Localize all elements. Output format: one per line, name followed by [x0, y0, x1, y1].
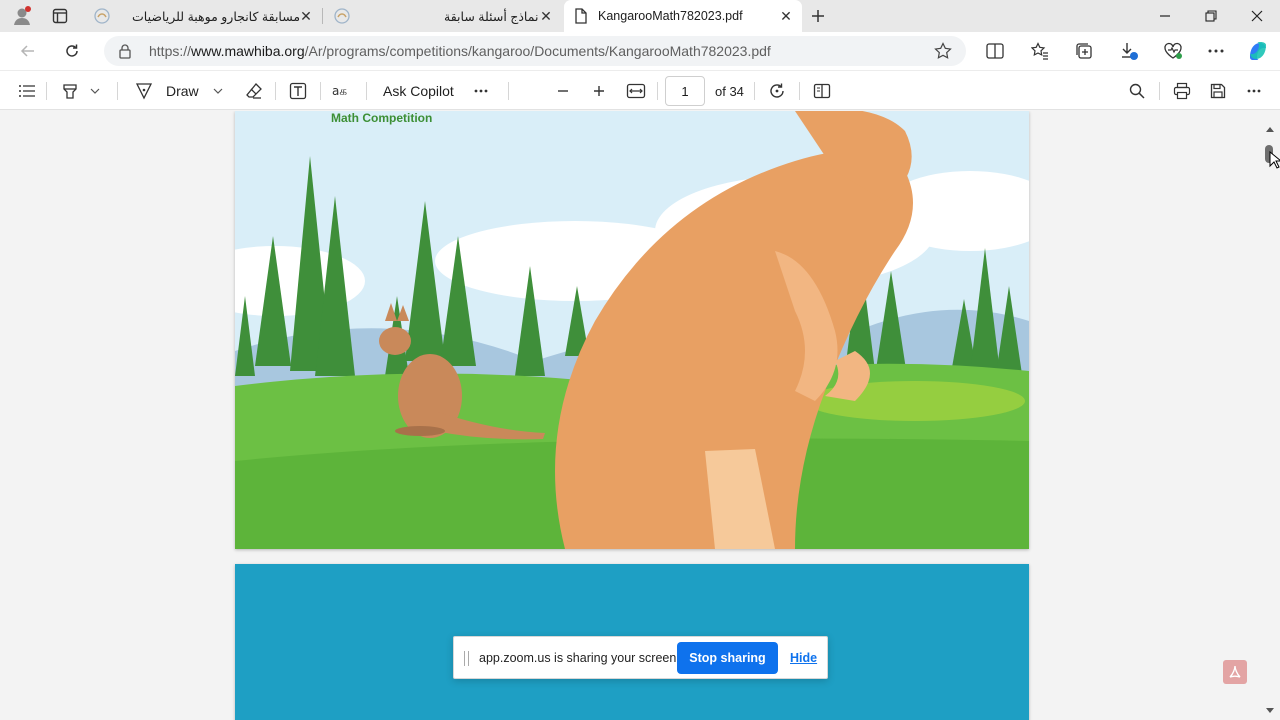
new-tab-icon[interactable]: [802, 1, 834, 31]
pdf-toolbar: Draw aக Ask Copilot 1 of 34: [0, 70, 1280, 110]
toolbar-divider: [799, 82, 800, 100]
close-window-icon[interactable]: [1234, 0, 1280, 32]
more-options-icon[interactable]: [1200, 36, 1232, 66]
tab-mawhiba-kangaroo[interactable]: مسابقة كانجارو موهبة للرياضيات ✕: [84, 0, 322, 32]
minimize-icon[interactable]: [1142, 0, 1188, 32]
toolbar-divider: [366, 82, 367, 100]
profile-avatar-icon[interactable]: [6, 1, 38, 31]
toolbar-divider: [46, 82, 47, 100]
toolbar-divider: [754, 82, 755, 100]
tab-title: نماذج أسئلة سابقة: [444, 10, 539, 24]
zoom-in-icon[interactable]: [590, 71, 608, 111]
site-favicon-icon: [334, 8, 350, 27]
more-tools-icon[interactable]: [473, 71, 489, 111]
draw-label: Draw: [166, 83, 199, 99]
url-path: /Ar/programs/competitions/kangaroo/Docum…: [304, 43, 771, 59]
page-total: of 34: [715, 83, 744, 99]
favorites-icon[interactable]: [1024, 36, 1056, 66]
sharing-message: app.zoom.us is sharing your screen.: [479, 651, 680, 665]
site-favicon-icon: [94, 8, 110, 27]
highlight-icon[interactable]: [60, 71, 80, 111]
tab-divider: [322, 8, 323, 24]
url-host: www.mawhiba.org: [191, 43, 305, 59]
toolbar-divider: [508, 82, 509, 100]
ask-copilot-label: Ask Copilot: [383, 83, 454, 99]
acrobat-icon[interactable]: [1223, 660, 1247, 684]
zoom-share-bar: app.zoom.us is sharing your screen. Stop…: [453, 636, 828, 679]
stop-sharing-button[interactable]: Stop sharing: [677, 642, 778, 674]
draw-options-chevron-icon[interactable]: [211, 71, 225, 111]
split-screen-icon[interactable]: [979, 36, 1011, 66]
add-text-icon[interactable]: [288, 71, 308, 111]
print-icon[interactable]: [1172, 71, 1192, 111]
scroll-down-arrow-icon[interactable]: [1266, 701, 1274, 719]
copilot-icon[interactable]: [1242, 36, 1274, 66]
fit-width-icon[interactable]: [625, 71, 647, 111]
tab-kangaroo-pdf[interactable]: KangarooMath782023.pdf ✕: [564, 0, 802, 32]
drag-handle-icon[interactable]: [464, 651, 469, 666]
back-icon[interactable]: [12, 36, 44, 66]
address-bar: https://www.mawhiba.org/Ar/programs/comp…: [0, 32, 1280, 70]
svg-text:aக: aக: [332, 84, 347, 98]
mouse-cursor-icon: [1269, 150, 1280, 174]
pdf-page-1: Math Competition: [235, 111, 1029, 549]
zoom-out-icon[interactable]: [554, 71, 572, 111]
toolbar-divider: [657, 82, 658, 100]
ask-copilot-button[interactable]: Ask Copilot: [383, 71, 454, 111]
url-scheme: https://: [149, 43, 192, 59]
favorite-star-icon[interactable]: [934, 42, 952, 65]
read-aloud-icon[interactable]: aக: [332, 71, 354, 111]
close-tab-icon[interactable]: ✕: [778, 8, 794, 24]
url-field[interactable]: https://www.mawhiba.org/Ar/programs/comp…: [104, 36, 966, 66]
tab-title: KangarooMath782023.pdf: [598, 9, 743, 23]
restore-icon[interactable]: [1188, 0, 1234, 32]
pdf-viewer[interactable]: Math Competition: [0, 111, 1260, 720]
tab-title: مسابقة كانجارو موهبة للرياضيات: [132, 10, 301, 24]
vertical-scrollbar[interactable]: [1260, 111, 1280, 720]
scroll-up-arrow-icon[interactable]: [1266, 119, 1274, 137]
tab-strip: مسابقة كانجارو موهبة للرياضيات ✕ نماذج أ…: [0, 0, 1280, 32]
eraser-icon[interactable]: [244, 71, 264, 111]
contents-icon[interactable]: [16, 71, 38, 111]
tab-actions-icon[interactable]: [44, 1, 76, 31]
hide-link[interactable]: Hide: [790, 651, 817, 665]
lock-icon[interactable]: [118, 43, 132, 64]
close-tab-icon[interactable]: ✕: [298, 8, 314, 24]
collections-icon[interactable]: [1068, 36, 1100, 66]
page-number-input[interactable]: 1: [665, 76, 705, 106]
save-icon[interactable]: [1208, 71, 1228, 111]
tab-previous-questions[interactable]: نماذج أسئلة سابقة ✕: [324, 0, 562, 32]
close-tab-icon[interactable]: ✕: [538, 8, 554, 24]
highlight-options-chevron-icon[interactable]: [88, 71, 102, 111]
toolbar-divider: [320, 82, 321, 100]
pen-icon: [134, 81, 154, 101]
refresh-icon[interactable]: [56, 36, 88, 66]
rotate-icon[interactable]: [767, 71, 787, 111]
document-icon: [574, 8, 588, 27]
toolbar-divider: [1159, 82, 1160, 100]
page-view-icon[interactable]: [812, 71, 832, 111]
downloads-icon[interactable]: [1113, 36, 1145, 66]
search-icon[interactable]: [1127, 71, 1147, 111]
toolbar-divider: [117, 82, 118, 100]
pdf-more-options-icon[interactable]: [1244, 71, 1264, 111]
competition-title: Math Competition: [331, 111, 433, 125]
browser-essentials-icon[interactable]: [1157, 36, 1189, 66]
toolbar-divider: [275, 82, 276, 100]
kangaroo-illustration: [235, 111, 1029, 549]
url-text: https://www.mawhiba.org/Ar/programs/comp…: [149, 43, 771, 59]
